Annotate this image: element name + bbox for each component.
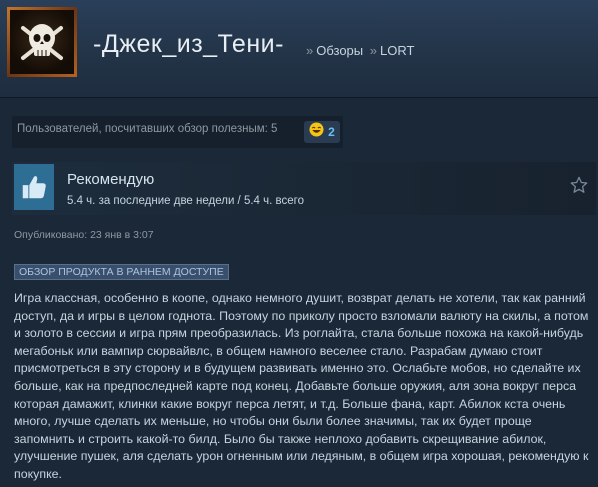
breadcrumb-separator: » xyxy=(306,43,314,58)
star-icon[interactable] xyxy=(570,176,588,194)
helpful-count-box: Пользователей, посчитавших обзор полезны… xyxy=(12,116,343,148)
skull-crossbones-icon xyxy=(10,10,74,74)
recommendation-verdict[interactable]: Рекомендую xyxy=(67,171,154,188)
breadcrumb: » Обзоры » LORT xyxy=(303,43,414,58)
playtime-hours: 5.4 ч. за последние две недели / 5.4 ч. … xyxy=(67,195,304,207)
helpful-count-text: Пользователей, посчитавших обзор полезны… xyxy=(17,123,278,135)
thumbs-up-icon xyxy=(14,164,54,210)
avatar[interactable] xyxy=(7,7,77,77)
profile-username[interactable]: -Джек_из_Тени- xyxy=(93,30,284,59)
award-badge[interactable]: 2 xyxy=(304,121,340,143)
breadcrumb-game-link[interactable]: LORT xyxy=(380,43,414,58)
breadcrumb-separator: » xyxy=(369,43,377,58)
breadcrumb-reviews-link[interactable]: Обзоры xyxy=(316,43,363,58)
recommendation-box: Рекомендую 5.4 ч. за последние две недел… xyxy=(12,162,596,215)
profile-header: -Джек_из_Тени- » Обзоры » LORT xyxy=(0,0,598,98)
early-access-badge: Обзор продукта в раннем доступе xyxy=(14,264,229,280)
posted-date: Опубликовано: 23 янв в 3:07 xyxy=(14,229,154,241)
award-count: 2 xyxy=(328,125,335,139)
review-body: Игра классная, особенно в коопе, однако … xyxy=(14,291,589,481)
laughing-emoji-icon xyxy=(309,122,324,142)
